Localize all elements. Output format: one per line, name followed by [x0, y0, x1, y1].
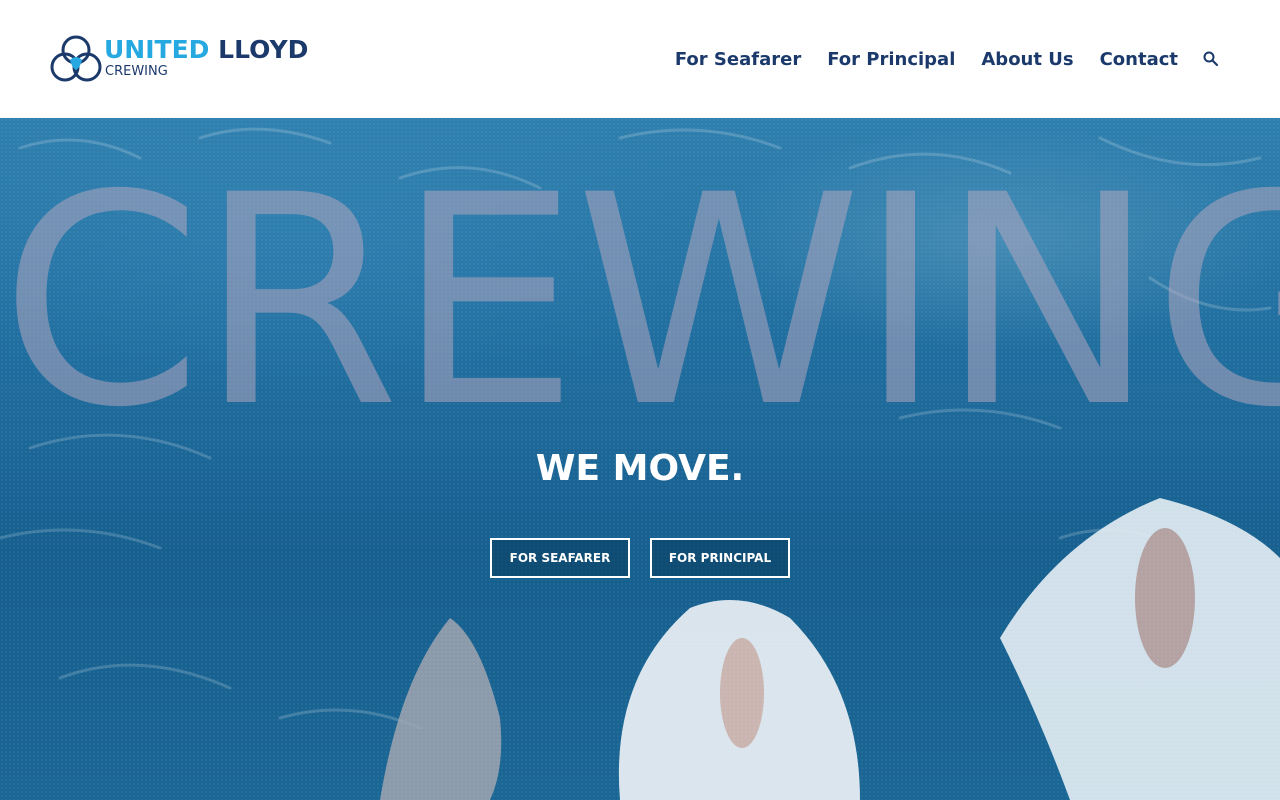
main-nav: For Seafarer For Principal About Us Cont…	[649, 44, 1220, 74]
logo-rings-icon	[50, 35, 102, 82]
for-seafarer-button[interactable]: FOR SEAFARER	[490, 538, 630, 578]
site-header: UNITED LLOYD CREWING For Seafarer For Pr…	[0, 0, 1280, 118]
brand-subtitle: CREWING	[105, 64, 168, 79]
brand-name-part2: LLOYD	[218, 35, 309, 64]
brand-logo[interactable]: UNITED LLOYD CREWING	[50, 34, 310, 84]
search-icon[interactable]	[1202, 50, 1220, 68]
nav-item-contact[interactable]: Contact	[1100, 49, 1178, 70]
nav-item-for-principal[interactable]: For Principal	[827, 49, 955, 70]
hero-banner: CREWING WE MOVE. FOR SEAFARER FOR PRINCI…	[0, 118, 1280, 800]
for-principal-button[interactable]: FOR PRINCIPAL	[650, 538, 790, 578]
hero-background-word: CREWING	[0, 134, 1280, 471]
brand-name: UNITED LLOYD	[104, 35, 308, 65]
nav-item-for-seafarer[interactable]: For Seafarer	[675, 49, 801, 70]
hero-tagline: WE MOVE.	[535, 448, 745, 489]
nav-item-about-us[interactable]: About Us	[981, 49, 1073, 70]
brand-name-part1: UNITED	[104, 35, 210, 64]
